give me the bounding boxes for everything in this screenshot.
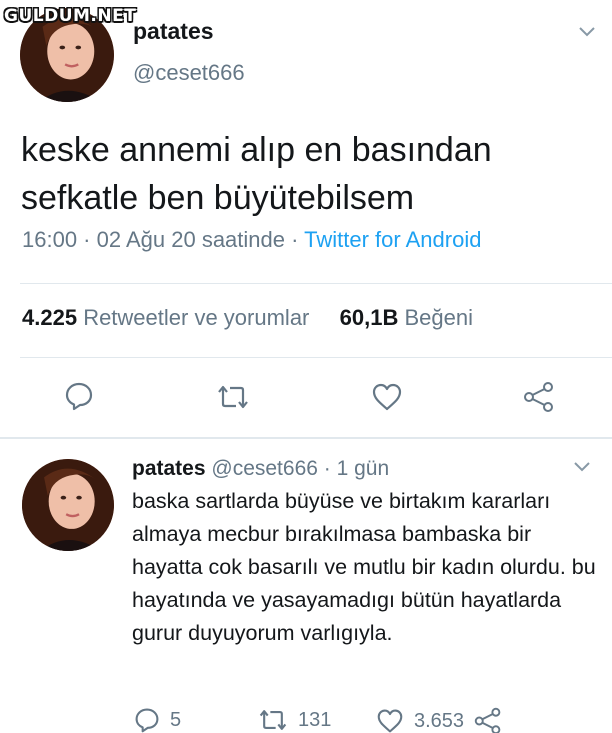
author-handle[interactable]: @ceset666 xyxy=(133,60,245,86)
reply-icon xyxy=(135,708,159,733)
reply-author-handle[interactable]: @ceset666 xyxy=(211,457,318,480)
main-tweet: patates @ceset666 keske annemi alıp en b… xyxy=(0,0,612,437)
reply-author-name[interactable]: patates xyxy=(132,457,206,480)
reply-tweet[interactable]: patates @ceset666 · 1 gün baska sartlard… xyxy=(0,439,612,733)
tweet-timestamp[interactable]: 16:00 · 02 Ağu 20 saatinde · xyxy=(22,227,304,252)
divider xyxy=(20,283,612,284)
like-button[interactable] xyxy=(371,382,403,412)
avatar[interactable] xyxy=(22,459,114,551)
reply-count: 5 xyxy=(170,708,182,731)
share-icon[interactable] xyxy=(474,707,502,733)
reply-button[interactable]: 5 xyxy=(134,707,181,733)
reply-button[interactable] xyxy=(64,381,94,411)
retweet-button[interactable] xyxy=(216,384,250,410)
tweet-text: keske annemi alıp en basından sefkatle b… xyxy=(21,131,492,217)
reply-icon xyxy=(65,382,93,411)
reply-header: patates @ceset666 · 1 gün xyxy=(132,457,389,481)
retweet-icon xyxy=(218,385,248,409)
retweet-count: 131 xyxy=(298,708,332,731)
chevron-down-icon[interactable] xyxy=(578,26,596,38)
reply-text: baska sartlarda büyüse ve birtakım karar… xyxy=(132,489,596,645)
retweet-button[interactable]: 131 xyxy=(258,708,331,732)
like-label[interactable]: Beğeni xyxy=(404,305,473,330)
share-button[interactable] xyxy=(523,381,555,413)
retweet-icon xyxy=(259,710,287,730)
author-name[interactable]: patates xyxy=(133,18,214,45)
retweet-count[interactable]: 4.225 xyxy=(22,305,77,330)
tweet-stats: 4.225 Retweetler ve yorumlar 60,1B Beğen… xyxy=(22,305,473,331)
tweet-meta: 16:00 · 02 Ağu 20 saatinde · Twitter for… xyxy=(22,227,481,253)
chevron-down-icon[interactable] xyxy=(573,461,591,473)
tweet-source-link[interactable]: Twitter for Android xyxy=(304,227,481,252)
like-button[interactable]: 3.653 xyxy=(376,707,502,733)
like-count[interactable]: 60,1B xyxy=(340,305,399,330)
heart-icon xyxy=(377,709,403,733)
like-count: 3.653 xyxy=(414,709,465,732)
avatar-image xyxy=(22,459,114,551)
retweet-label[interactable]: Retweetler ve yorumlar xyxy=(83,305,309,330)
site-watermark: GULDUM.NET xyxy=(4,6,137,26)
heart-icon xyxy=(372,383,402,411)
share-icon xyxy=(524,382,553,412)
divider xyxy=(20,357,612,358)
reply-timestamp[interactable]: · 1 gün xyxy=(324,457,389,480)
